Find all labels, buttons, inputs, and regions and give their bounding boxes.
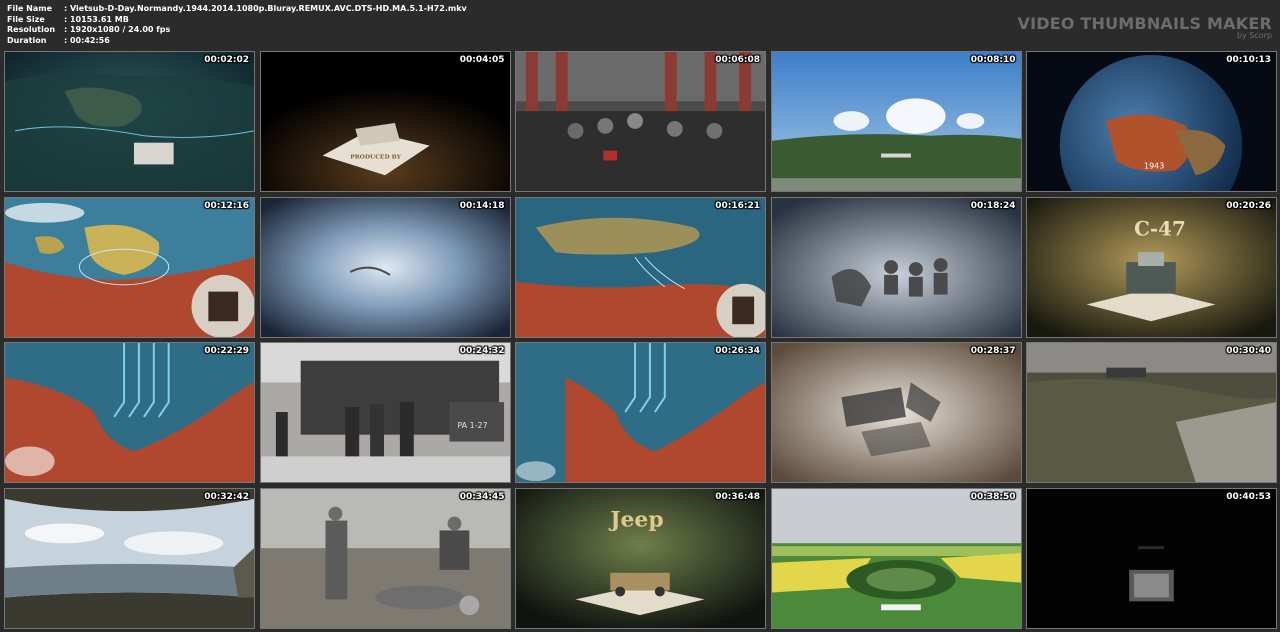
info-value: : 00:42:56 bbox=[64, 35, 110, 45]
thumbnail[interactable]: 00:16:21 bbox=[515, 196, 766, 338]
info-value: : 1920x1080 / 24.00 fps bbox=[64, 25, 171, 35]
thumbnail[interactable]: C-47 00:20:26 bbox=[1026, 196, 1277, 338]
thumbnail-image: PA 1-27 bbox=[260, 343, 510, 482]
thumbnail-image: C-47 bbox=[1027, 197, 1276, 337]
popup-title: Jeep bbox=[608, 507, 663, 532]
thumbnail-image bbox=[516, 197, 765, 337]
thumbnail[interactable]: 00:06:08 bbox=[515, 51, 766, 192]
file-info: File Name : Vietsub-D-Day.Normandy.1944.… bbox=[7, 4, 467, 46]
thumbnail-image bbox=[516, 343, 765, 482]
thumbnail[interactable]: 00:26:34 bbox=[515, 342, 766, 483]
year-label: 1943 bbox=[1144, 161, 1164, 170]
thumbnail-image bbox=[5, 52, 254, 191]
info-row-duration: Duration : 00:42:56 bbox=[7, 36, 467, 47]
thumbnail[interactable]: 00:32:42 bbox=[4, 487, 255, 629]
thumbnail[interactable]: 00:22:29 bbox=[4, 342, 255, 483]
thumbnail-image bbox=[771, 52, 1021, 191]
thumbnail[interactable]: 00:38:50 bbox=[770, 487, 1022, 629]
info-row-file-name: File Name : Vietsub-D-Day.Normandy.1944.… bbox=[7, 4, 467, 15]
popup-title: C-47 bbox=[1134, 216, 1186, 240]
thumbnail-image bbox=[260, 197, 510, 337]
timestamp: 00:18:24 bbox=[970, 200, 1016, 211]
thumbnail-grid: 00:02:02 PRODUCED BY 00:04:05 00:06:08 0… bbox=[4, 51, 1278, 629]
thumbnail-image bbox=[516, 52, 765, 191]
timestamp: 00:10:13 bbox=[1226, 55, 1271, 65]
info-value: : 10153.61 MB bbox=[64, 14, 129, 24]
timestamp: 00:26:34 bbox=[715, 346, 760, 356]
thumbnail[interactable]: Jeep 00:36:48 bbox=[515, 487, 766, 629]
thumbnail[interactable]: 00:34:45 bbox=[259, 487, 511, 629]
thumbnail[interactable]: 00:12:16 bbox=[4, 196, 255, 338]
info-key: File Size bbox=[7, 14, 45, 24]
thumbnail-image bbox=[771, 343, 1021, 482]
thumbnail[interactable]: 1943 00:10:13 bbox=[1026, 51, 1277, 192]
info-key: File Name bbox=[7, 4, 53, 13]
timestamp: 00:06:08 bbox=[715, 55, 760, 65]
thumbnail[interactable]: PRODUCED BY 00:04:05 bbox=[259, 51, 511, 192]
timestamp: 00:30:40 bbox=[1226, 346, 1271, 356]
info-key: Resolution bbox=[7, 25, 56, 35]
timestamp: 00:14:18 bbox=[459, 200, 505, 211]
thumbnail-image: Jeep bbox=[516, 488, 765, 628]
timestamp: 00:20:26 bbox=[1226, 200, 1271, 211]
timestamp: 00:40:53 bbox=[1226, 491, 1271, 502]
timestamp: 00:36:48 bbox=[715, 491, 760, 502]
timestamp: 00:04:05 bbox=[459, 55, 505, 65]
thumbnail-image bbox=[5, 197, 254, 337]
brand-title: VIDEO THUMBNAILS MAKER bbox=[1017, 14, 1272, 33]
brand-logo: VIDEO THUMBNAILS MAKER by Scorp bbox=[1017, 14, 1272, 40]
timestamp: 00:32:42 bbox=[204, 491, 249, 502]
timestamp: 00:16:21 bbox=[715, 200, 760, 211]
info-row-resolution: Resolution : 1920x1080 / 24.00 fps bbox=[7, 25, 467, 36]
thumbnail[interactable]: PA 1-27 00:24:32 bbox=[259, 342, 511, 483]
thumbnail-image: PRODUCED BY bbox=[260, 52, 510, 191]
boat-number: PA 1-27 bbox=[457, 421, 487, 430]
thumbnail[interactable]: 00:28:37 bbox=[770, 342, 1022, 483]
thumbnail-image bbox=[771, 488, 1021, 628]
thumbnail-image: 1943 bbox=[1027, 52, 1276, 191]
thumbnail-image bbox=[260, 488, 510, 628]
thumbnail-image bbox=[771, 197, 1021, 337]
timestamp: 00:02:02 bbox=[204, 55, 249, 65]
timestamp: 00:34:45 bbox=[459, 491, 505, 502]
thumbnail-image bbox=[1027, 488, 1276, 628]
thumbnail-image bbox=[1027, 343, 1276, 482]
thumbnail[interactable]: 00:14:18 bbox=[259, 196, 511, 338]
timestamp: 00:22:29 bbox=[204, 346, 249, 356]
book-text: PRODUCED BY bbox=[350, 153, 401, 160]
info-value: : Vietsub-D-Day.Normandy.1944.2014.1080p… bbox=[64, 4, 467, 13]
timestamp: 00:38:50 bbox=[970, 491, 1016, 502]
thumbnail-image bbox=[5, 488, 254, 628]
timestamp: 00:28:37 bbox=[970, 346, 1016, 356]
thumbnail[interactable]: 00:08:10 bbox=[770, 51, 1022, 192]
timestamp: 00:08:10 bbox=[970, 55, 1016, 65]
thumbnail[interactable]: 00:02:02 bbox=[4, 51, 255, 192]
timestamp: 00:24:32 bbox=[459, 346, 505, 356]
thumbnail-image bbox=[5, 343, 254, 482]
thumbnail[interactable]: 00:30:40 bbox=[1026, 342, 1277, 483]
info-key: Duration bbox=[7, 35, 47, 45]
info-row-file-size: File Size : 10153.61 MB bbox=[7, 15, 467, 26]
thumbnail[interactable]: 00:18:24 bbox=[770, 196, 1022, 338]
timestamp: 00:12:16 bbox=[204, 200, 249, 211]
thumbnail[interactable]: 00:40:53 bbox=[1026, 487, 1277, 629]
header: File Name : Vietsub-D-Day.Normandy.1944.… bbox=[0, 0, 1280, 50]
